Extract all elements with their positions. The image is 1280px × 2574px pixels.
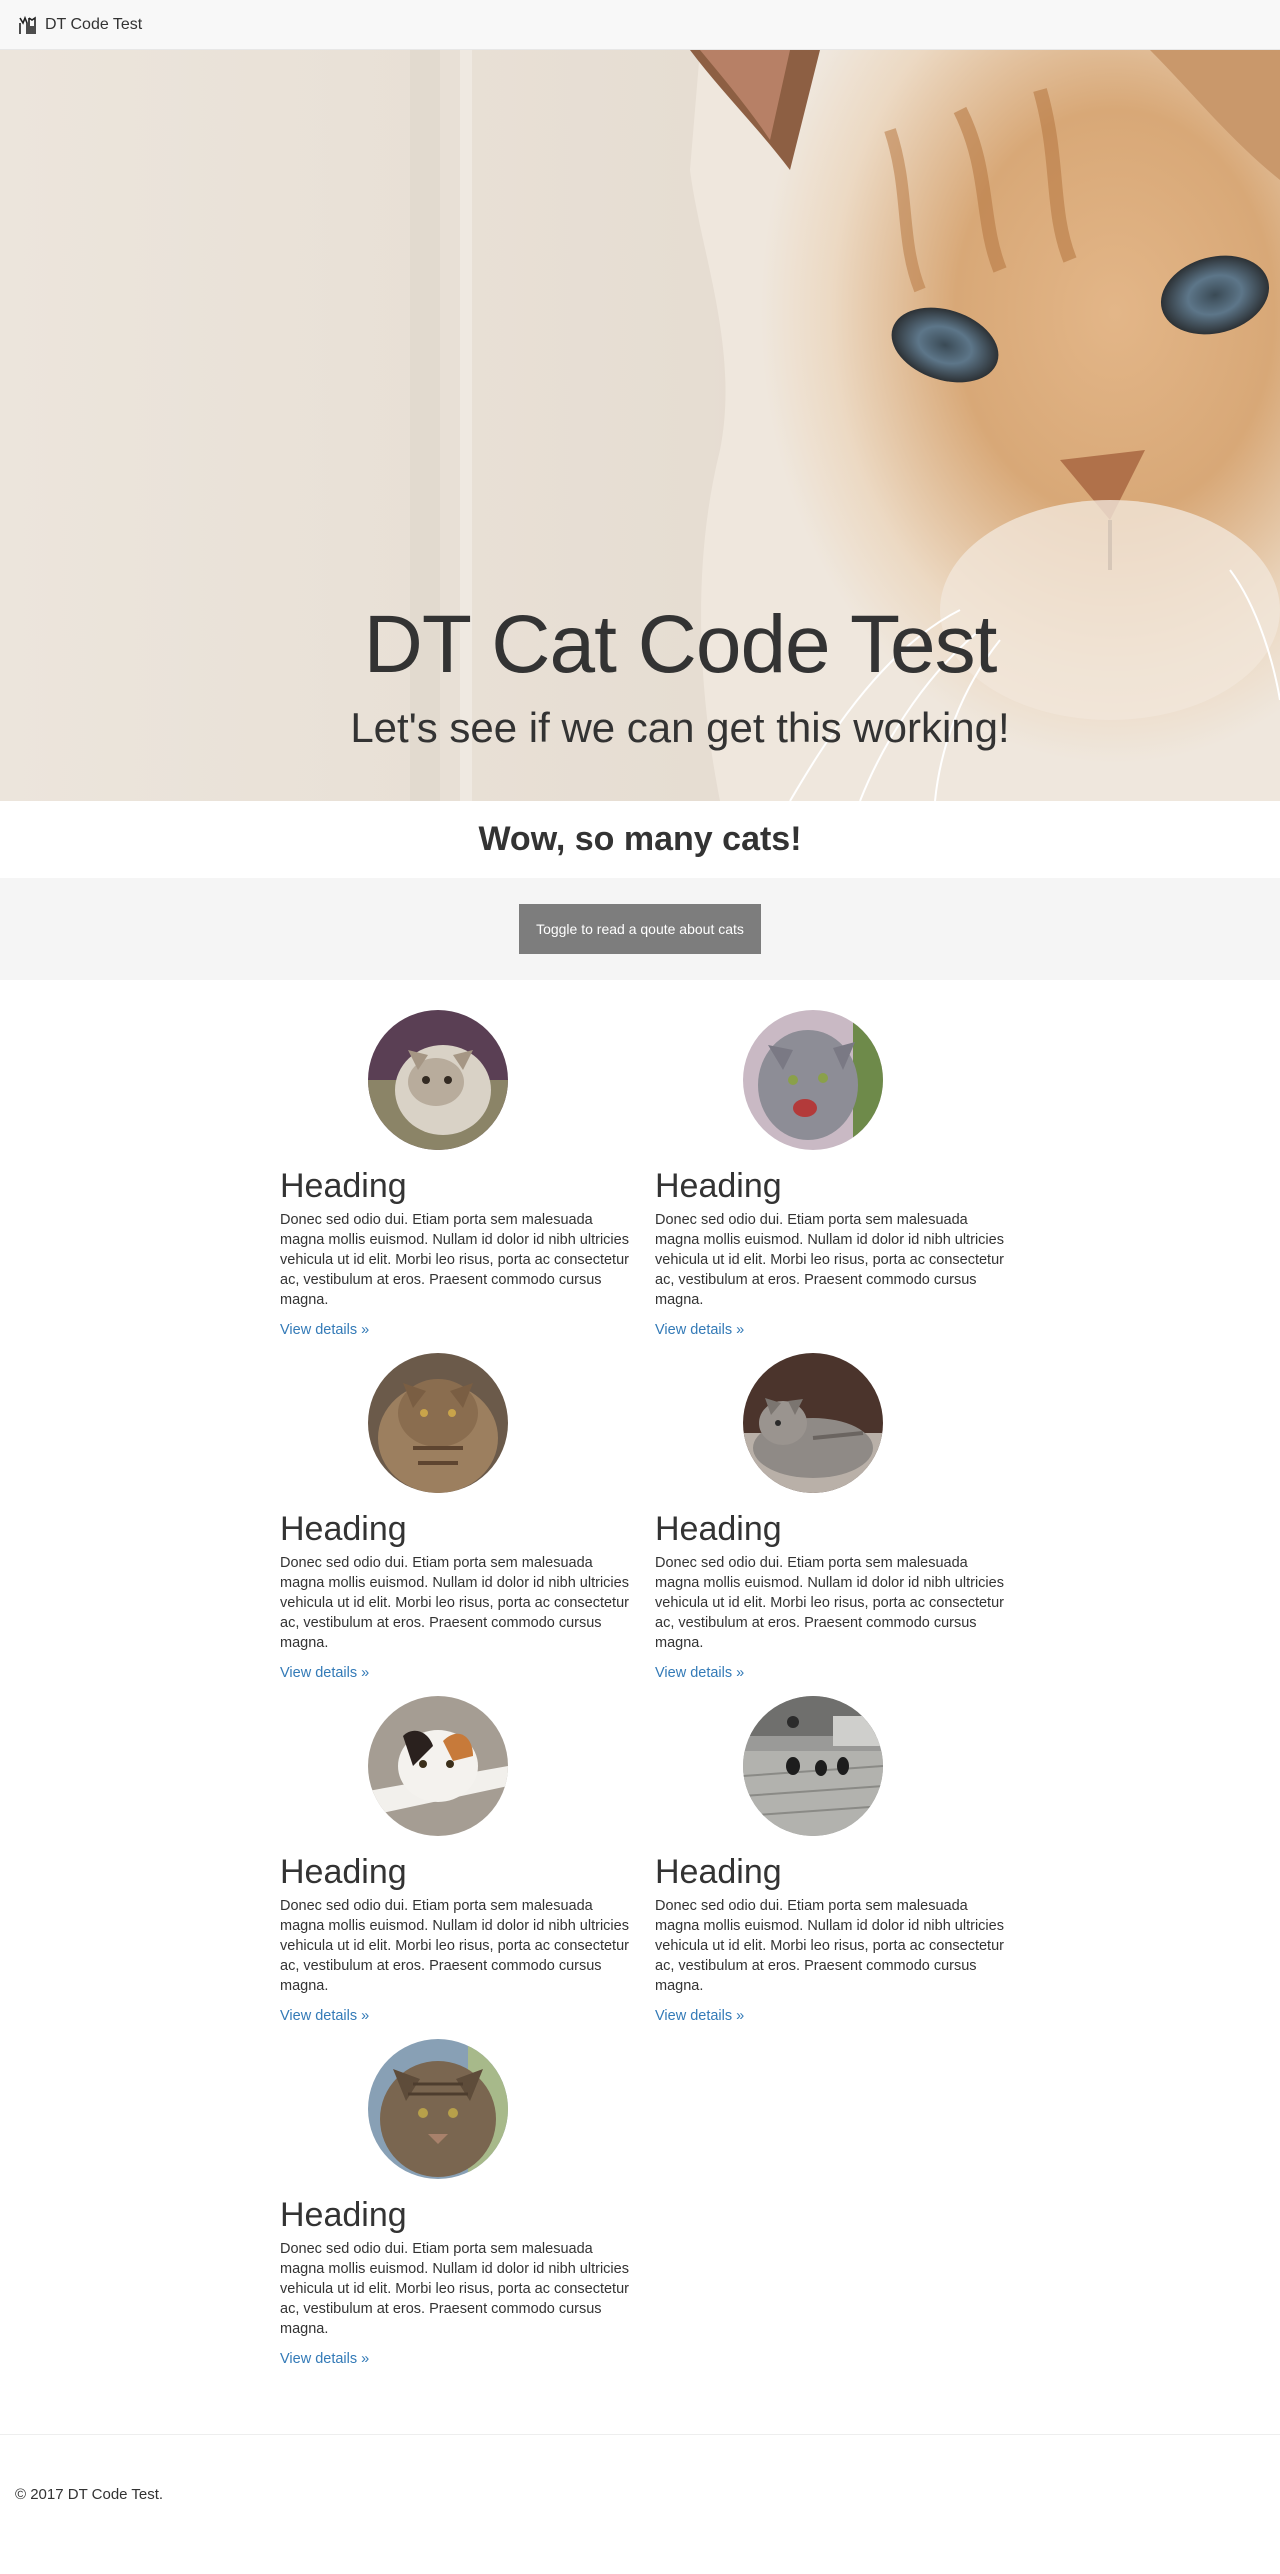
cat-card: Heading Donec sed odio dui. Etiam porta … — [655, 1010, 1010, 1339]
footer-divider — [0, 2434, 1280, 2435]
view-details-link[interactable]: View details » — [280, 1322, 369, 1338]
card-heading: Heading — [655, 1167, 782, 1205]
cat-card: Heading Donec sed odio dui. Etiam porta … — [655, 1696, 1010, 2025]
hero-subtitle: Let's see if we can get this working! — [350, 704, 1010, 751]
card-text: Donec sed odio dui. Etiam porta sem male… — [655, 1898, 1004, 1995]
card-text: Donec sed odio dui. Etiam porta sem male… — [280, 1555, 629, 1652]
card-text: Donec sed odio dui. Etiam porta sem male… — [280, 2241, 629, 2338]
quote-toggle-button[interactable]: Toggle to read a qoute about cats — [519, 904, 761, 954]
card-heading: Heading — [280, 1853, 407, 1891]
card-text: Donec sed odio dui. Etiam porta sem male… — [280, 1212, 629, 1309]
cat-card: Heading Donec sed odio dui. Etiam porta … — [655, 1353, 1010, 1682]
cat-card: Heading Donec sed odio dui. Etiam porta … — [280, 1353, 635, 1682]
cat-card: Heading Donec sed odio dui. Etiam porta … — [280, 1010, 635, 1339]
view-details-link[interactable]: View details » — [655, 1665, 744, 1681]
fluffy-cat-photo — [368, 1010, 508, 1150]
card-text: Donec sed odio dui. Etiam porta sem male… — [280, 1898, 629, 1995]
view-details-link[interactable]: View details » — [655, 1322, 744, 1338]
quote-toggle-band: Toggle to read a qoute about cats — [0, 878, 1280, 980]
card-heading: Heading — [655, 1510, 782, 1548]
view-details-link[interactable]: View details » — [280, 2351, 369, 2367]
card-text: Donec sed odio dui. Etiam porta sem male… — [655, 1212, 1004, 1309]
section-heading: Wow, so many cats! — [478, 820, 802, 858]
hero-jumbotron: DT Cat Code Test Let's see if we can get… — [0, 50, 1280, 801]
maine-coon-cat-photo — [368, 2039, 508, 2179]
calico-cat-photo — [368, 1696, 508, 1836]
footer-copyright: © 2017 DT Code Test. — [15, 2486, 164, 2503]
brand-name: DT Code Test — [45, 15, 143, 33]
cat-logo-icon — [17, 14, 39, 36]
view-details-link[interactable]: View details » — [655, 2008, 744, 2024]
cat-card: Heading Donec sed odio dui. Etiam porta … — [280, 2039, 635, 2368]
hero-title: DT Cat Code Test — [363, 599, 998, 690]
hissing-gray-cat-photo — [743, 1010, 883, 1150]
card-heading: Heading — [280, 1167, 407, 1205]
card-heading: Heading — [655, 1853, 782, 1891]
card-heading: Heading — [280, 1510, 407, 1548]
tabby-cat-photo — [368, 1353, 508, 1493]
card-heading: Heading — [280, 2196, 407, 2234]
card-text: Donec sed odio dui. Etiam porta sem male… — [655, 1555, 1004, 1652]
street-cats-photo — [743, 1696, 883, 1836]
view-details-link[interactable]: View details » — [280, 2008, 369, 2024]
view-details-link[interactable]: View details » — [280, 1665, 369, 1681]
brand-link[interactable]: DT Code Test — [17, 14, 142, 36]
navbar: DT Code Test — [0, 0, 1280, 50]
lying-gray-cat-photo — [743, 1353, 883, 1493]
cat-card: Heading Donec sed odio dui. Etiam porta … — [280, 1696, 635, 2025]
